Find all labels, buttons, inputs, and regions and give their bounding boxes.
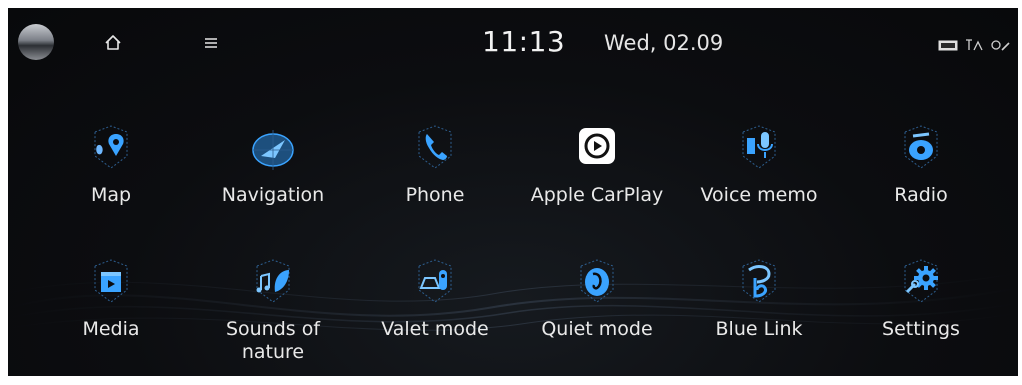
leaf-icon	[256, 259, 290, 303]
wireless-icon	[991, 40, 1010, 51]
app-label: Apple CarPlay	[530, 184, 664, 206]
live-badge-icon	[938, 40, 958, 50]
status-bar: 11:13 Wed, 02.09	[8, 8, 1018, 82]
app-media[interactable]: Media	[36, 254, 186, 341]
valet-icon	[418, 259, 452, 303]
clock: 11:13	[482, 25, 566, 58]
home-screen: 11:13 Wed, 02.09 Map Navigation Phone Ap…	[8, 8, 1018, 376]
app-quiet-mode[interactable]: Quiet mode	[522, 254, 672, 341]
app-blue-link[interactable]: Blue Link	[684, 254, 834, 341]
bluelink-icon	[742, 259, 776, 303]
menu-button[interactable]	[194, 26, 228, 60]
app-label: Settings	[882, 318, 960, 340]
app-label: Media	[82, 318, 140, 340]
home-button[interactable]	[96, 26, 130, 60]
gear-icon	[904, 259, 938, 303]
app-label: Voice memo	[700, 184, 818, 206]
radio-icon	[904, 125, 938, 169]
avatar[interactable]	[18, 24, 54, 60]
media-icon	[94, 259, 128, 303]
app-label: Radio	[894, 184, 948, 206]
navigation-icon	[252, 130, 294, 170]
app-label: Navigation	[221, 184, 325, 206]
carplay-icon	[579, 128, 615, 164]
home-icon	[105, 35, 121, 50]
menu-icon	[205, 38, 217, 48]
phone-icon	[418, 125, 452, 169]
map-pin-icon	[94, 125, 128, 169]
app-apple-carplay[interactable]: Apple CarPlay	[522, 120, 672, 207]
app-sounds-of-nature[interactable]: Sounds of nature	[198, 254, 348, 364]
app-phone[interactable]: Phone	[360, 120, 510, 207]
quiet-icon	[580, 259, 614, 303]
app-label: Sounds of nature	[225, 318, 321, 363]
app-navigation[interactable]: Navigation	[198, 120, 348, 207]
app-label: Valet mode	[381, 318, 489, 340]
microphone-icon	[742, 125, 776, 169]
app-settings[interactable]: Settings	[846, 254, 996, 341]
app-label: Map	[90, 184, 132, 206]
app-label: Blue Link	[715, 318, 803, 340]
app-label: Quiet mode	[541, 318, 653, 340]
app-radio[interactable]: Radio	[846, 120, 996, 207]
app-voice-memo[interactable]: Voice memo	[684, 120, 834, 207]
date: Wed, 02.09	[604, 31, 724, 55]
app-valet-mode[interactable]: Valet mode	[360, 254, 510, 341]
app-label: Phone	[405, 184, 465, 206]
status-icons	[938, 38, 1012, 52]
app-map[interactable]: Map	[36, 120, 186, 207]
signal-icon	[966, 39, 983, 51]
